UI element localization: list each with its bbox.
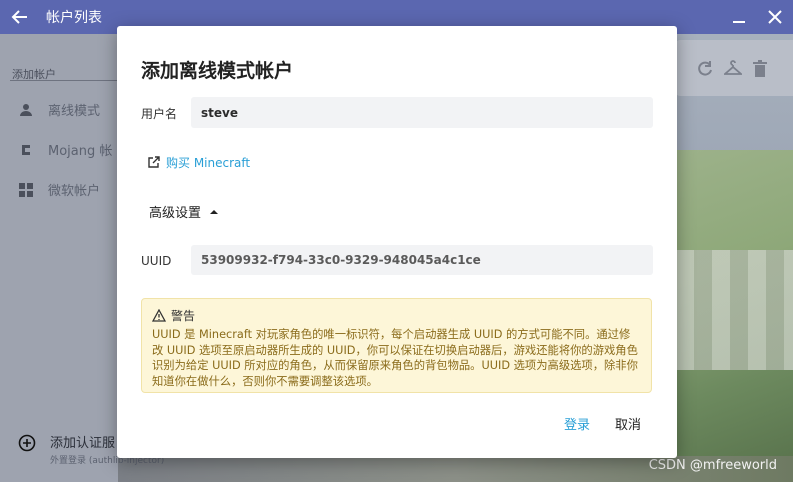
mojang-icon: [18, 142, 34, 158]
refresh-icon[interactable]: [696, 60, 714, 78]
close-icon: [768, 10, 782, 24]
sidebar-divider: [10, 80, 118, 81]
advanced-settings-toggle[interactable]: 高级设置: [149, 202, 219, 221]
sidebar-item-offline[interactable]: 离线模式: [18, 100, 100, 119]
external-link-icon: [148, 156, 160, 168]
windows-icon: [18, 182, 34, 198]
username-label: 用户名: [141, 107, 178, 121]
sidebar-item-mojang[interactable]: Mojang 帐: [18, 140, 112, 159]
background-blocks: [676, 250, 793, 370]
sidebar-item-label: Mojang 帐: [48, 144, 113, 159]
warning-title: 警告: [171, 309, 196, 323]
warning-box: 警告 UUID 是 Minecraft 对玩家角色的唯一标识符，每个启动器生成 …: [141, 298, 652, 393]
trash-icon[interactable]: [752, 60, 768, 78]
close-window-button[interactable]: [757, 0, 793, 34]
login-button[interactable]: 登录: [564, 414, 590, 433]
minimize-icon: [733, 21, 745, 23]
caret-up-icon: [210, 209, 219, 214]
window-title: 帐户列表: [46, 10, 102, 26]
plus-circle-icon: [18, 434, 36, 452]
advanced-settings-label: 高级设置: [149, 206, 202, 221]
sidebar-item-label: 微软帐户: [48, 184, 101, 199]
back-button[interactable]: [0, 0, 40, 34]
buy-minecraft-link[interactable]: 购买 Minecraft: [147, 154, 250, 171]
watermark: CSDN @mfreeworld: [648, 458, 777, 473]
hanger-icon[interactable]: [724, 60, 742, 78]
arrow-left-icon: [11, 10, 27, 24]
uuid-value: 53909932-f794-33c0-9329-948045a4c1ce: [201, 253, 481, 267]
minimize-button[interactable]: [721, 0, 757, 34]
dialog-title: 添加离线模式帐户: [141, 60, 294, 82]
uuid-label: UUID: [141, 254, 172, 268]
add-offline-account-dialog: 添加离线模式帐户 用户名 steve 购买 Minecraft 高级设置 UUI…: [117, 26, 677, 458]
warning-header: 警告: [152, 307, 641, 324]
warning-text: UUID 是 Minecraft 对玩家角色的唯一标识符，每个启动器生成 UUI…: [152, 328, 638, 388]
uuid-field[interactable]: 53909932-f794-33c0-9329-948045a4c1ce: [191, 245, 653, 275]
cancel-button[interactable]: 取消: [615, 414, 641, 433]
warning-icon: [152, 309, 166, 322]
buy-link-label: 购买 Minecraft: [166, 156, 251, 170]
username-value: steve: [201, 105, 238, 120]
account-card-actions: [696, 60, 768, 78]
person-icon: [18, 102, 34, 118]
username-field[interactable]: steve: [191, 97, 653, 128]
sidebar-item-label: 离线模式: [48, 104, 101, 119]
sidebar-item-microsoft[interactable]: 微软帐户: [18, 180, 100, 199]
